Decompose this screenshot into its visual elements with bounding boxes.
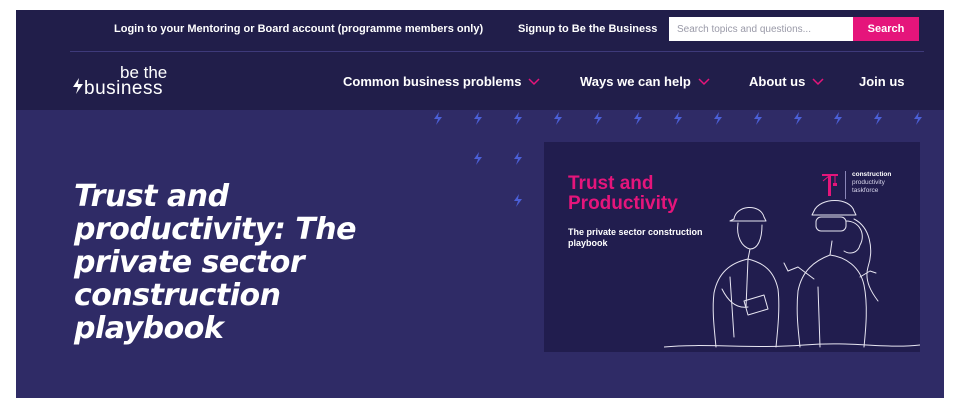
chevron-down-icon (812, 77, 824, 85)
card-title-line2: Productivity (568, 193, 678, 214)
nav-item-label: Common business problems (343, 74, 522, 89)
brand-line2: productivity (852, 179, 885, 186)
hero-image-card[interactable]: Trust and Productivity The private secto… (544, 142, 920, 352)
chevron-down-icon (528, 77, 540, 85)
nav-item-label: About us (749, 74, 806, 89)
signup-link[interactable]: Signup to Be the Business (518, 23, 657, 35)
main-navigation: be the business Common business problems… (16, 52, 944, 110)
brand-line3: taskforce (852, 187, 879, 194)
search-button[interactable]: Search (853, 17, 919, 41)
nav-item-ways-we-can-help[interactable]: Ways we can help (580, 74, 710, 89)
page-frame: Login to your Mentoring or Board account… (16, 10, 944, 398)
card-title: Trust and Productivity (568, 174, 678, 214)
search-input[interactable] (669, 17, 853, 41)
card-title-line1: Trust and (568, 173, 654, 194)
brand-separator (845, 171, 846, 199)
construction-taskforce-logo: construction productivity taskforce (821, 171, 891, 199)
logo[interactable]: be the business (72, 63, 182, 101)
logo-text-line2: business (84, 78, 163, 99)
brand-line1: construction (852, 171, 892, 178)
login-link[interactable]: Login to your Mentoring or Board account… (114, 23, 483, 35)
bolt-icon (73, 78, 83, 94)
chevron-down-icon (698, 77, 710, 85)
workers-line-illustration (664, 200, 920, 348)
utility-bar: Login to your Mentoring or Board account… (16, 10, 944, 52)
crane-icon (822, 174, 838, 196)
nav-item-about-us[interactable]: About us (749, 74, 824, 89)
nav-item-label: Ways we can help (580, 74, 691, 89)
nav-item-label: Join us (859, 74, 905, 89)
hero-title: Trust and productivity: The private sect… (74, 179, 356, 346)
nav-item-join-us[interactable]: Join us (859, 74, 905, 89)
brand-text: construction productivity taskforce (852, 171, 891, 195)
nav-item-common-business-problems[interactable]: Common business problems (343, 74, 540, 89)
